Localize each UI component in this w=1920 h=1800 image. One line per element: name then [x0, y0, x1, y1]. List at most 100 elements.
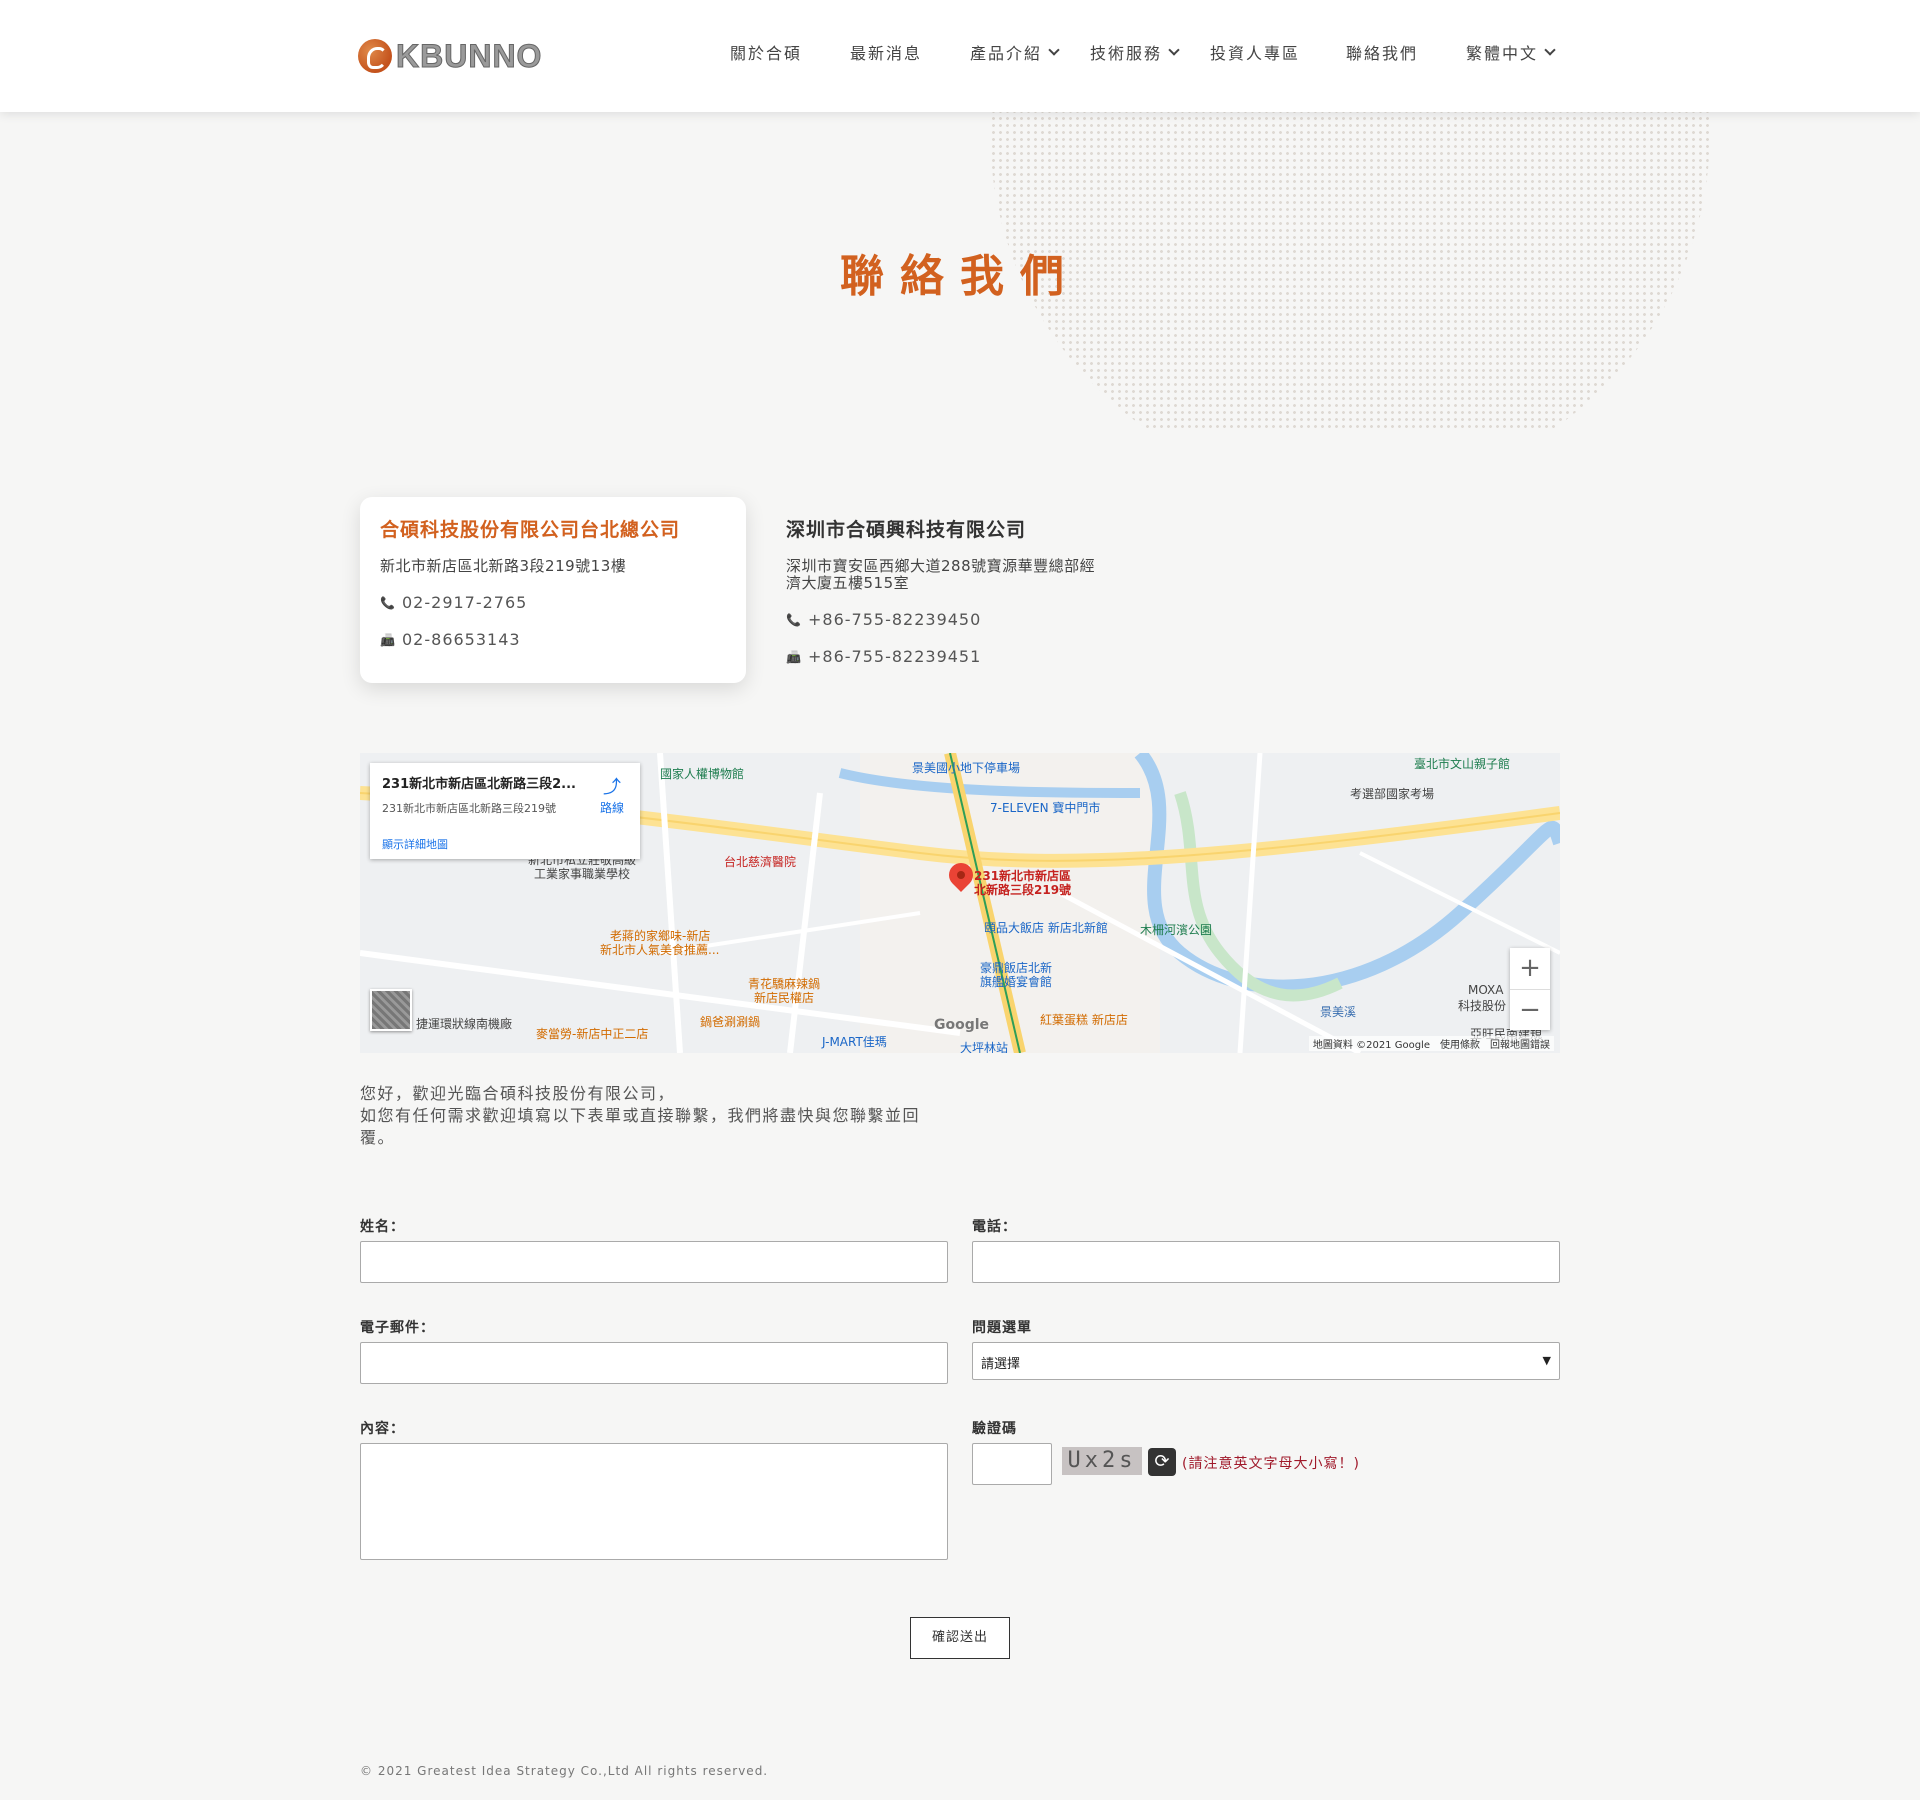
nav-label: 技術服務 — [1090, 44, 1163, 63]
logo-text: KBUNNO — [395, 37, 543, 74]
fax-icon: 📠 — [380, 632, 396, 647]
intro-text: 您好，歡迎光臨合碩科技股份有限公司， 如您有任何需求歡迎填寫以下表單或直接聯繫，… — [360, 1083, 950, 1149]
map-place-label[interactable]: 新北市人氣美食推薦... — [600, 941, 719, 958]
office-address: 深圳市寶安區西鄉大道288號寶源華豐總部經 濟大廈五樓515室 — [786, 558, 1146, 592]
site-header: KBUNNO 關於合碩 最新消息 產品介紹 技術服務 投資人專區 聯絡我們 繁體… — [0, 0, 1920, 112]
map-place-label[interactable]: 木柵河濱公園 — [1140, 921, 1212, 938]
email-input[interactable] — [360, 1342, 948, 1384]
nav-label: 投資人專區 — [1210, 44, 1301, 63]
zoom-in-button[interactable]: + — [1510, 948, 1550, 989]
office-fax: 📠 02-86653143 — [380, 630, 726, 649]
content-textarea[interactable] — [360, 1443, 948, 1560]
map-info-address: 231新北市新店區北新路三段219號 — [382, 802, 556, 815]
office-card-taipei: 合碩科技股份有限公司台北總公司 新北市新店區北新路3段219號13樓 📞 02-2… — [360, 497, 746, 683]
footer-copyright: © 2021 Greatest Idea Strategy Co.,Ltd Al… — [360, 1764, 769, 1778]
satellite-toggle[interactable] — [370, 989, 412, 1031]
office-name: 合碩科技股份有限公司台北總公司 — [380, 519, 681, 541]
office-phone[interactable]: 📞 +86-755-82239450 — [786, 610, 1146, 629]
logo-mark-icon — [358, 39, 392, 73]
submit-button[interactable]: 確認送出 — [910, 1617, 1010, 1659]
map-place-label[interactable]: 7-ELEVEN 寶中門市 — [990, 799, 1100, 816]
captcha-input[interactable] — [972, 1443, 1052, 1485]
intro-line: 如您有任何需求歡迎填寫以下表單或直接聯繫，我們將盡快與您聯繫並回 — [360, 1106, 921, 1125]
office-address-line: 深圳市寶安區西鄉大道288號寶源華豐總部經 — [786, 557, 1096, 575]
nav-item-products[interactable]: 產品介紹 — [970, 40, 1060, 64]
map-place-label[interactable]: 考選部國家考場 — [1350, 785, 1434, 802]
topic-selected-value: 請選擇 — [981, 1357, 1021, 1372]
office-phone[interactable]: 📞 02-2917-2765 — [380, 593, 726, 612]
map-info-title: 231新北市新店區北新路三段2... — [382, 777, 576, 792]
page-title: 聯絡我們 — [840, 251, 1080, 302]
map-place-label[interactable]: 麥當勞-新店中正二店 — [536, 1025, 648, 1042]
select-arrow-icon: ▼ — [1542, 1354, 1551, 1367]
nav-label: 聯絡我們 — [1346, 44, 1419, 63]
nav-item-services[interactable]: 技術服務 — [1090, 40, 1180, 64]
phone-label: 電話： — [972, 1219, 1017, 1235]
map-place-label[interactable]: 旗艦婚宴會館 — [980, 973, 1052, 990]
map-place-label[interactable]: 台北慈濟醫院 — [724, 853, 796, 870]
map-place-label[interactable]: MOXA — [1468, 983, 1503, 997]
map-info-window: 231新北市新店區北新路三段2... 231新北市新店區北新路三段219號 ⤴ 路… — [370, 763, 640, 859]
office-address-line: 濟大廈五樓515室 — [786, 574, 910, 592]
intro-line: 覆。 — [360, 1128, 396, 1147]
chevron-down-icon — [1168, 44, 1180, 56]
topic-label: 問題選單 — [972, 1320, 1032, 1336]
intro-line: 您好，歡迎光臨合碩科技股份有限公司， — [360, 1084, 676, 1103]
chevron-down-icon — [1048, 44, 1060, 56]
map-place-label[interactable]: 紅葉蛋糕 新店店 — [1040, 1011, 1128, 1028]
site-logo[interactable]: KBUNNO — [358, 36, 598, 76]
map-place-label[interactable]: 鍋爸涮涮鍋 — [700, 1013, 760, 1030]
map-place-label[interactable]: 捷運環狀線南機廠 — [416, 1015, 512, 1032]
fax-text: +86-755-82239451 — [808, 647, 982, 666]
view-larger-map-link[interactable]: 顯示詳細地圖 — [382, 836, 448, 852]
zoom-control: + − — [1510, 948, 1550, 1030]
phone-text: 02-2917-2765 — [402, 593, 528, 612]
map-place-label[interactable]: 頤品大飯店 新店北新館 — [984, 919, 1108, 936]
directions-icon: ⤴ — [602, 777, 621, 798]
directions-button[interactable]: ⤴ 路線 — [600, 773, 624, 816]
phone-input[interactable] — [972, 1241, 1560, 1283]
map-place-label[interactable]: 國家人權博物館 — [660, 765, 744, 782]
map-place-label[interactable]: 新店民權店 — [754, 989, 814, 1006]
google-map[interactable]: 國家人權博物館 景美國小地下停車場 臺北市文山親子館 考選部國家考場 7-ELE… — [360, 753, 1560, 1053]
fax-text: 02-86653143 — [402, 630, 521, 649]
map-place-label[interactable]: J-MART佳瑪 — [822, 1033, 887, 1050]
refresh-captcha-icon[interactable]: ⟳ — [1148, 1448, 1176, 1476]
phone-icon: 📞 — [380, 595, 396, 610]
nav-label: 最新消息 — [850, 44, 923, 63]
phone-icon: 📞 — [786, 612, 802, 627]
office-address: 新北市新店區北新路3段219號13樓 — [380, 557, 627, 575]
chevron-down-icon — [1544, 44, 1556, 56]
phone-text: +86-755-82239450 — [808, 610, 982, 629]
map-credit[interactable]: 地圖資料 ©2021 Google 使用條款 回報地圖錯誤 — [1308, 1036, 1554, 1051]
nav-label: 關於合碩 — [730, 44, 803, 63]
office-card-shenzhen: 深圳市合碩興科技有限公司 深圳市寶安區西鄉大道288號寶源華豐總部經 濟大廈五樓… — [786, 497, 1146, 684]
map-place-label[interactable]: 景美國小地下停車場 — [912, 759, 1020, 776]
map-place-label[interactable]: 科技股份 — [1458, 997, 1506, 1014]
nav-item-news[interactable]: 最新消息 — [850, 40, 922, 64]
zoom-out-button[interactable]: − — [1510, 989, 1550, 1030]
office-name: 深圳市合碩興科技有限公司 — [786, 519, 1027, 541]
topic-select[interactable]: 請選擇 ▼ — [972, 1342, 1560, 1380]
pin-label: 北新路三段219號 — [974, 883, 1072, 897]
name-input[interactable] — [360, 1241, 948, 1283]
nav-item-language[interactable]: 繁體中文 — [1466, 40, 1556, 64]
captcha-image: Ux2s — [1062, 1447, 1142, 1475]
nav-label: 繁體中文 — [1466, 44, 1539, 63]
nav-label: 產品介紹 — [970, 44, 1043, 63]
map-place-label[interactable]: 大坪林站 — [960, 1039, 1008, 1053]
fax-icon: 📠 — [786, 649, 802, 664]
map-place-label[interactable]: 工業家事職業學校 — [534, 865, 630, 882]
nav-item-about[interactable]: 關於合碩 — [730, 40, 802, 64]
name-label: 姓名： — [360, 1219, 405, 1235]
content-label: 內容： — [360, 1421, 405, 1437]
captcha-label: 驗證碼 — [972, 1421, 1017, 1437]
email-label: 電子郵件： — [360, 1320, 435, 1336]
nav-item-contact[interactable]: 聯絡我們 — [1346, 40, 1418, 64]
nav-item-investors[interactable]: 投資人專區 — [1210, 40, 1300, 64]
google-logo: Google — [934, 1017, 990, 1033]
map-place-label[interactable]: 臺北市文山親子館 — [1414, 755, 1510, 772]
directions-label: 路線 — [599, 801, 624, 815]
office-fax: 📠 +86-755-82239451 — [786, 647, 1146, 666]
map-place-label: 景美溪 — [1320, 1005, 1357, 1019]
